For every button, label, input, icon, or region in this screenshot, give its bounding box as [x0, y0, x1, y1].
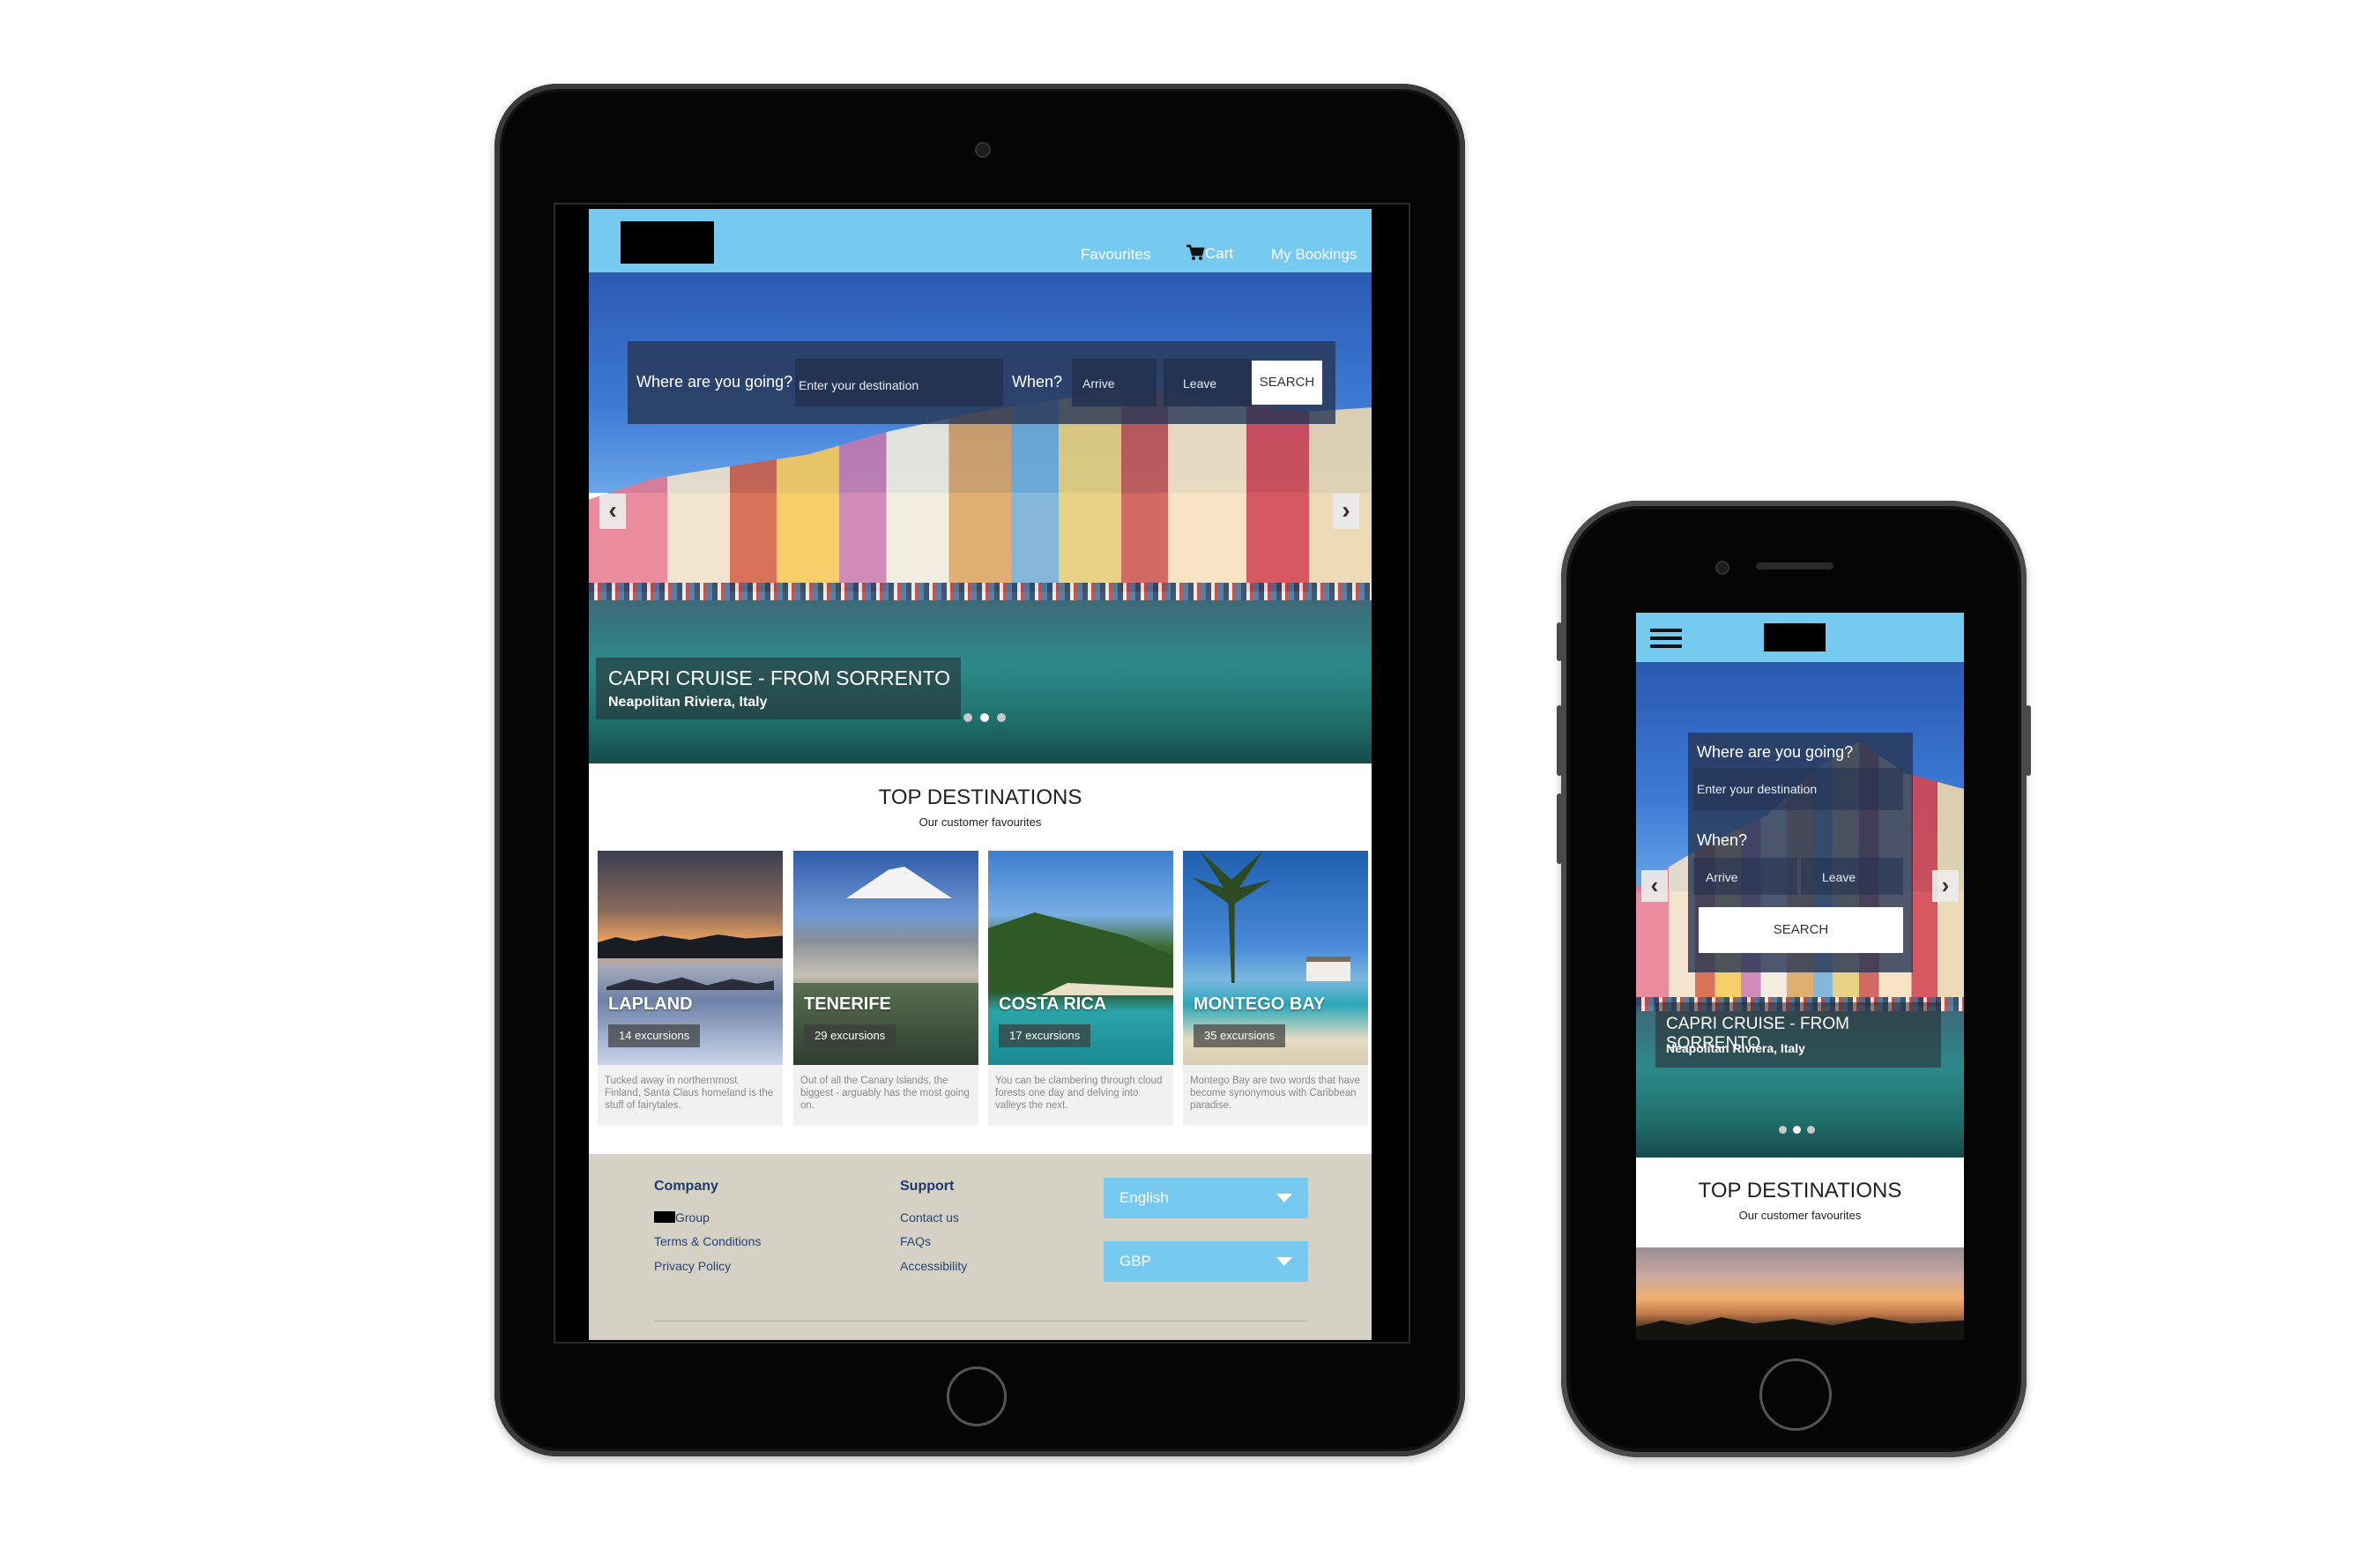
chevron-down-icon	[1276, 1257, 1292, 1266]
destination-card-lapland[interactable]: LAPLAND 14 excursions Tucked away in nor…	[598, 851, 783, 1126]
nav-favourites-link[interactable]: Favourites	[1081, 246, 1150, 264]
nav-cart-label: Cart	[1205, 245, 1234, 262]
phone-home-button[interactable]	[1759, 1359, 1832, 1431]
search-panel: Where are you going? Enter your destinat…	[628, 341, 1335, 424]
destination-name: TENERIFE	[804, 994, 891, 1014]
carousel-next-button[interactable]: ›	[1932, 870, 1959, 902]
cart-icon	[1186, 244, 1205, 260]
footer-link-group[interactable]: Group	[654, 1210, 710, 1225]
mobile-hero-carousel: Where are you going? Enter your destinat…	[1636, 662, 1964, 1158]
destination-description: Montego Bay are two words that have beco…	[1190, 1076, 1361, 1111]
nav-cart-link[interactable]: Cart	[1186, 244, 1233, 263]
excursions-badge: 14 excursions	[608, 1024, 701, 1047]
footer-company-heading: Company	[654, 1179, 718, 1194]
footer-link-faqs[interactable]: FAQs	[900, 1234, 931, 1248]
phone-volume-up	[1557, 705, 1562, 776]
arrive-input[interactable]: Arrive	[1072, 359, 1157, 406]
when-label: When?	[1012, 373, 1063, 391]
destination-input[interactable]: Enter your destination	[795, 359, 1003, 406]
destination-name: MONTEGO BAY	[1194, 994, 1326, 1014]
destination-card-montego-bay[interactable]: MONTEGO BAY 35 excursions Montego Bay ar…	[1183, 851, 1368, 1126]
group-logo-mark	[654, 1211, 675, 1223]
excursions-badge: 17 excursions	[999, 1024, 1091, 1047]
carousel-dot-2[interactable]	[980, 713, 989, 722]
excursions-badge: 29 excursions	[804, 1024, 896, 1047]
currency-select[interactable]: GBP	[1104, 1241, 1308, 1282]
tablet-home-button[interactable]	[947, 1366, 1007, 1426]
top-destinations-subtitle: Our customer favourites	[1738, 1209, 1862, 1222]
hero-caption: CAPRI CRUISE - FROM SORRENTO Neapolitan …	[1655, 1002, 1941, 1068]
tablet-screen: Favourites Cart My Bookings Where are yo…	[589, 209, 1372, 1340]
language-select[interactable]: English	[1104, 1178, 1308, 1218]
excursions-badge: 35 excursions	[1194, 1024, 1286, 1047]
footer-support-heading: Support	[900, 1179, 955, 1194]
footer-link-group-label: Group	[675, 1210, 710, 1225]
top-destinations-title: TOP DESTINATIONS	[1698, 1179, 1902, 1202]
mobile-search-panel: Where are you going? Enter your destinat…	[1688, 733, 1913, 972]
leave-input[interactable]: Leave	[1164, 359, 1252, 406]
destination-name: COSTA RICA	[999, 994, 1107, 1014]
nav-bookings-link[interactable]: My Bookings	[1271, 246, 1357, 264]
footer-link-contact[interactable]: Contact us	[900, 1210, 959, 1225]
destination-description: Tucked away in northernmost Finland, San…	[605, 1076, 774, 1111]
hero-subtitle: Neapolitan Riviera, Italy	[608, 695, 768, 710]
phone-screen: Where are you going? Enter your destinat…	[1636, 613, 1964, 1340]
search-button[interactable]: SEARCH	[1699, 907, 1903, 953]
destination-card-costa-rica[interactable]: COSTA RICA 17 excursions You can be clam…	[988, 851, 1173, 1126]
destination-card-tenerife[interactable]: TENERIFE 29 excursions Out of all the Ca…	[793, 851, 978, 1126]
carousel-dot-3[interactable]	[1807, 1126, 1815, 1134]
phone-power-button	[2026, 705, 2031, 776]
footer-link-accessibility[interactable]: Accessibility	[900, 1259, 967, 1273]
destination-input[interactable]: Enter your destination	[1693, 768, 1903, 810]
hero-title: CAPRI CRUISE - FROM SORRENTO	[608, 666, 951, 689]
carousel-dot-3[interactable]	[997, 713, 1006, 722]
site-footer: Company Group Terms & Conditions Privacy…	[589, 1154, 1372, 1340]
top-destinations-title: TOP DESTINATIONS	[878, 785, 1082, 809]
carousel-dot-2[interactable]	[1793, 1126, 1801, 1134]
carousel-dot-1[interactable]	[963, 713, 972, 722]
site-logo[interactable]	[621, 221, 714, 264]
phone-volume-down	[1557, 793, 1562, 864]
top-destinations-subtitle: Our customer favourites	[919, 815, 1042, 829]
destination-description: You can be clambering through cloud fore…	[995, 1076, 1163, 1111]
hero-caption: CAPRI CRUISE - FROM SORRENTO Neapolitan …	[596, 658, 961, 719]
phone-mute-switch	[1557, 622, 1562, 661]
carousel-prev-button[interactable]: ‹	[1641, 870, 1668, 902]
menu-icon[interactable]	[1650, 629, 1682, 648]
footer-link-terms[interactable]: Terms & Conditions	[654, 1234, 761, 1248]
site-header: Favourites Cart My Bookings	[589, 209, 1372, 272]
carousel-dot-1[interactable]	[1779, 1126, 1787, 1134]
arrive-input[interactable]: Arrive	[1693, 858, 1797, 895]
phone-camera	[1715, 561, 1729, 575]
mobile-header	[1636, 613, 1964, 662]
hero-image-boats	[589, 583, 1372, 600]
footer-link-privacy[interactable]: Privacy Policy	[654, 1259, 731, 1273]
destination-card-preview-image[interactable]	[1636, 1247, 1964, 1340]
carousel-next-button[interactable]: ›	[1333, 494, 1359, 529]
where-label: Where are you going?	[636, 373, 793, 391]
carousel-prev-button[interactable]: ‹	[599, 494, 626, 529]
hero-subtitle: Neapolitan Riviera, Italy	[1666, 1041, 1805, 1055]
when-label: When?	[1697, 831, 1748, 849]
phone-speaker	[1756, 562, 1833, 570]
chevron-down-icon	[1276, 1194, 1292, 1202]
destination-name: LAPLAND	[608, 994, 693, 1014]
destination-description: Out of all the Canary Islands, the bigge…	[800, 1076, 970, 1111]
site-logo[interactable]	[1764, 623, 1826, 651]
hero-carousel: Where are you going? Enter your destinat…	[589, 272, 1372, 763]
language-select-value: English	[1119, 1189, 1169, 1206]
currency-select-value: GBP	[1119, 1253, 1151, 1269]
where-label: Where are you going?	[1697, 743, 1854, 761]
leave-input[interactable]: Leave	[1801, 858, 1903, 895]
search-button[interactable]: SEARCH	[1252, 361, 1322, 405]
tablet-camera	[975, 142, 991, 158]
